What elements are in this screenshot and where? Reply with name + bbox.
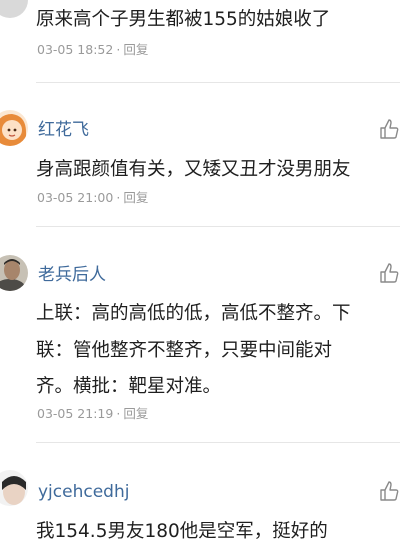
divider <box>36 226 400 227</box>
avatar-image <box>0 470 28 506</box>
avatar[interactable] <box>0 110 28 146</box>
comment-text: 身高跟颜值有关，又矮又丑才没男朋友 <box>36 159 351 180</box>
reply-button[interactable]: 回复 <box>123 190 148 205</box>
comment-time: 03-05 18:52 <box>37 42 114 57</box>
reply-button[interactable]: 回复 <box>123 42 148 57</box>
username[interactable]: yjcehcedhj <box>38 482 129 502</box>
username[interactable]: 老兵后人 <box>38 265 106 285</box>
comment-text: 原来高个子男生都被155的姑娘收了 <box>36 9 331 30</box>
avatar-image <box>0 110 28 146</box>
comment-meta: 03-05 18:52 · 回复 <box>37 42 149 57</box>
divider <box>36 442 400 443</box>
avatar[interactable] <box>0 0 28 18</box>
comment-meta: 03-05 21:00 · 回复 <box>37 190 149 205</box>
comment-time: 03-05 21:00 <box>37 190 114 205</box>
reply-button[interactable]: 回复 <box>123 406 148 421</box>
comment-text: 我154.5男友180他是空军，挺好的 <box>36 521 328 542</box>
thumbs-up-icon[interactable] <box>378 480 400 502</box>
username[interactable]: 红花飞 <box>38 120 89 140</box>
avatar-image <box>0 255 28 291</box>
thumbs-up-icon[interactable] <box>378 118 400 140</box>
comment-text-line: 上联：高的高低的低，高低不整齐。下 <box>36 303 351 324</box>
avatar[interactable] <box>0 255 28 291</box>
comment-meta: 03-05 21:19 · 回复 <box>37 406 149 421</box>
divider <box>36 82 400 83</box>
avatar[interactable] <box>0 470 28 506</box>
comment-text-line: 联：管他整齐不整齐，只要中间能对 <box>36 340 333 361</box>
comment-time: 03-05 21:19 <box>37 406 114 421</box>
thumbs-up-icon[interactable] <box>378 262 400 284</box>
comment-text-line: 齐。横批：靶星对准。 <box>36 376 222 397</box>
